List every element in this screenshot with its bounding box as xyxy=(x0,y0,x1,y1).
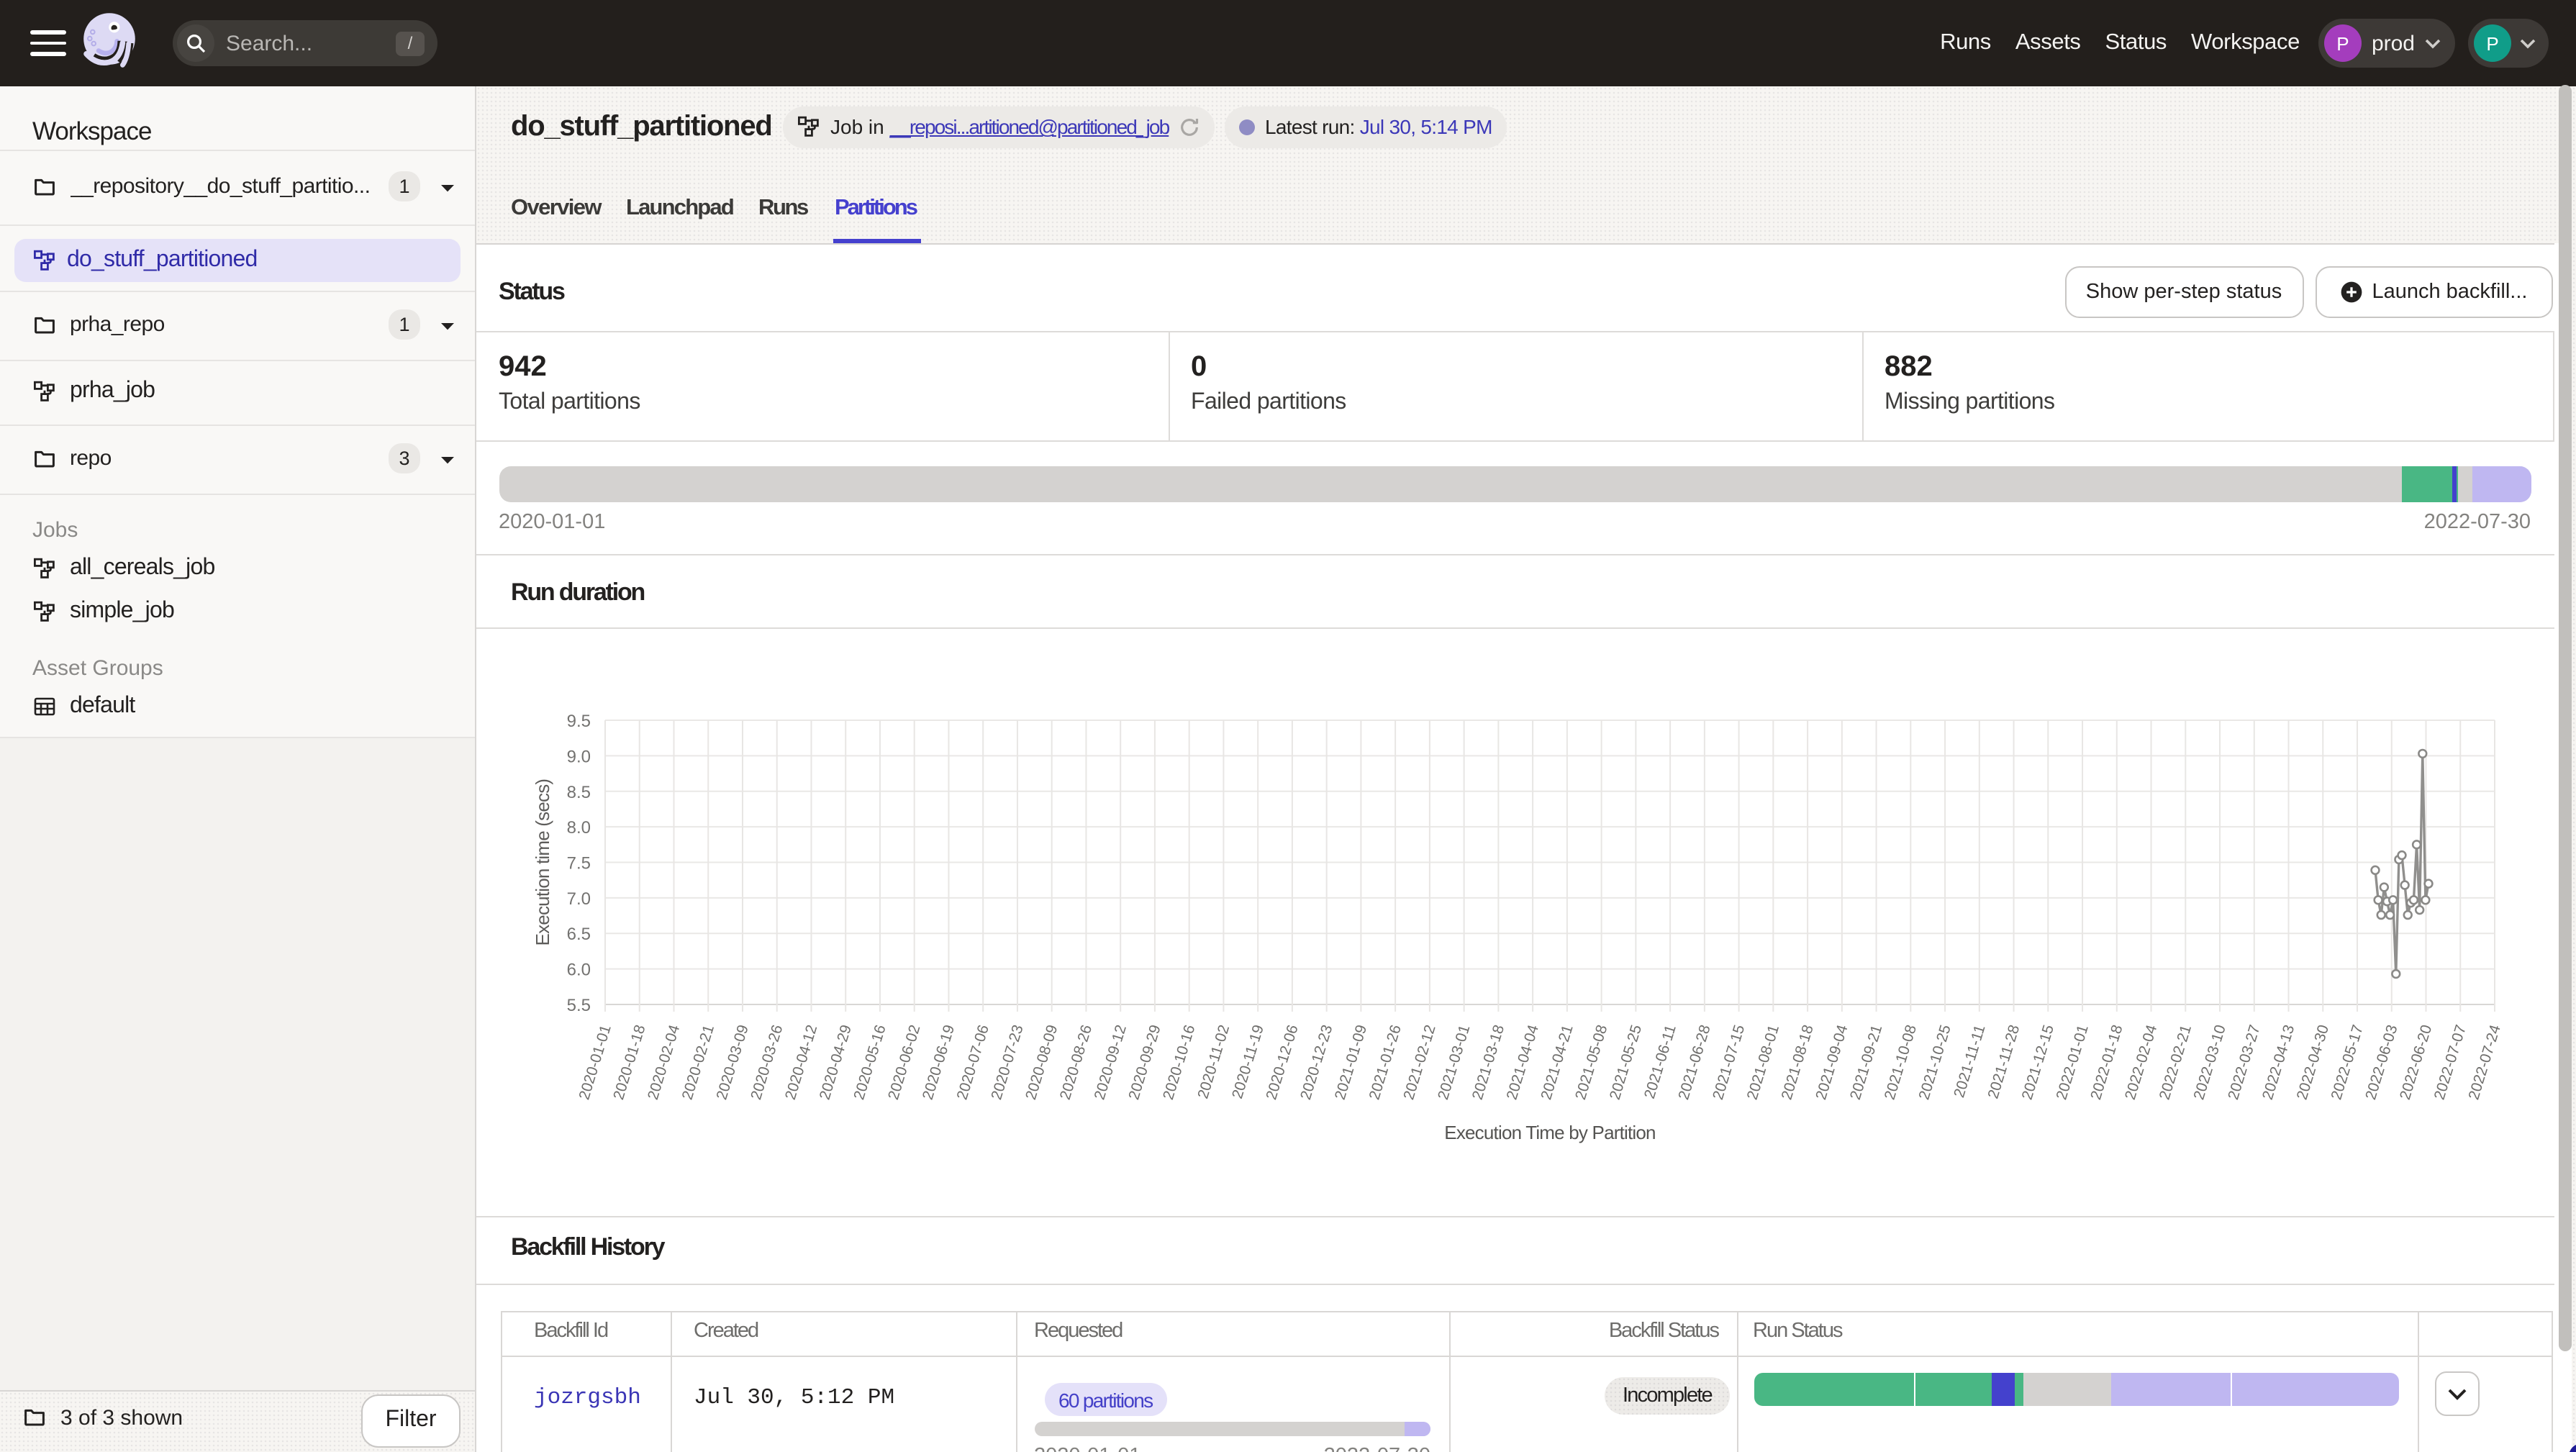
svg-text:2022-07-07: 2022-07-07 xyxy=(2431,1022,2469,1101)
svg-text:2021-09-21: 2021-09-21 xyxy=(1846,1022,1885,1101)
svg-text:2020-06-19: 2020-06-19 xyxy=(919,1022,957,1101)
svg-text:2020-12-23: 2020-12-23 xyxy=(1297,1022,1335,1101)
svg-text:2020-07-23: 2020-07-23 xyxy=(987,1022,1025,1101)
svg-text:2021-06-28: 2021-06-28 xyxy=(1674,1022,1713,1101)
svg-text:2022-06-03: 2022-06-03 xyxy=(2362,1022,2400,1101)
svg-text:2021-07-15: 2021-07-15 xyxy=(1709,1022,1747,1101)
svg-text:8.5: 8.5 xyxy=(566,782,590,802)
svg-text:2021-04-21: 2021-04-21 xyxy=(1537,1022,1575,1101)
svg-text:6.5: 6.5 xyxy=(566,924,590,943)
svg-text:2022-07-24: 2022-07-24 xyxy=(2464,1022,2503,1101)
svg-text:2020-12-06: 2020-12-06 xyxy=(1262,1022,1300,1101)
svg-text:Execution time (secs): Execution time (secs) xyxy=(531,779,553,945)
svg-text:2020-04-12: 2020-04-12 xyxy=(781,1022,820,1101)
svg-text:9.0: 9.0 xyxy=(566,746,590,766)
svg-text:2020-03-09: 2020-03-09 xyxy=(712,1022,750,1101)
svg-text:2020-04-29: 2020-04-29 xyxy=(816,1022,854,1101)
svg-text:6.0: 6.0 xyxy=(566,960,590,979)
svg-text:2021-05-08: 2021-05-08 xyxy=(1572,1022,1610,1101)
svg-text:2022-01-01: 2022-01-01 xyxy=(2052,1022,2090,1101)
svg-text:2021-10-08: 2021-10-08 xyxy=(1881,1022,1919,1101)
svg-text:7.5: 7.5 xyxy=(566,853,590,873)
svg-text:2020-09-12: 2020-09-12 xyxy=(1091,1022,1129,1101)
svg-text:2022-04-13: 2022-04-13 xyxy=(2259,1022,2297,1101)
svg-text:2020-01-01: 2020-01-01 xyxy=(575,1022,613,1101)
svg-text:Execution Time by Partition: Execution Time by Partition xyxy=(1443,1121,1654,1143)
svg-text:2020-02-21: 2020-02-21 xyxy=(679,1022,717,1101)
svg-text:2022-04-30: 2022-04-30 xyxy=(2293,1022,2331,1101)
svg-text:2021-08-01: 2021-08-01 xyxy=(1743,1022,1782,1101)
svg-text:2021-10-25: 2021-10-25 xyxy=(1915,1022,1953,1101)
svg-text:2021-06-11: 2021-06-11 xyxy=(1641,1022,1679,1100)
svg-text:2021-03-01: 2021-03-01 xyxy=(1434,1022,1472,1101)
svg-text:7.0: 7.0 xyxy=(566,889,590,908)
svg-text:9.5: 9.5 xyxy=(566,711,590,730)
svg-text:2022-05-17: 2022-05-17 xyxy=(2327,1022,2365,1101)
svg-text:2021-08-18: 2021-08-18 xyxy=(1777,1022,1815,1101)
svg-text:2021-05-25: 2021-05-25 xyxy=(1606,1022,1644,1101)
svg-text:2020-10-16: 2020-10-16 xyxy=(1159,1022,1197,1101)
svg-text:2021-04-04: 2021-04-04 xyxy=(1502,1022,1541,1101)
svg-text:2021-01-26: 2021-01-26 xyxy=(1366,1022,1404,1101)
svg-text:2021-01-09: 2021-01-09 xyxy=(1331,1022,1369,1101)
svg-text:2020-09-29: 2020-09-29 xyxy=(1125,1022,1163,1101)
svg-text:2021-03-18: 2021-03-18 xyxy=(1469,1022,1507,1101)
svg-text:2022-01-18: 2022-01-18 xyxy=(2087,1022,2125,1101)
svg-text:2020-11-19: 2020-11-19 xyxy=(1228,1022,1266,1100)
svg-text:2020-08-26: 2020-08-26 xyxy=(1056,1022,1094,1101)
svg-text:2020-07-06: 2020-07-06 xyxy=(953,1022,992,1101)
svg-text:2021-12-15: 2021-12-15 xyxy=(2018,1022,2056,1101)
svg-text:2022-02-04: 2022-02-04 xyxy=(2121,1022,2159,1101)
svg-text:2020-02-04: 2020-02-04 xyxy=(644,1022,682,1101)
svg-text:5.5: 5.5 xyxy=(566,995,590,1015)
svg-text:2020-06-02: 2020-06-02 xyxy=(884,1022,922,1101)
svg-text:2022-03-27: 2022-03-27 xyxy=(2224,1022,2262,1101)
svg-text:2021-11-11: 2021-11-11 xyxy=(1950,1022,1987,1099)
svg-text:2020-05-16: 2020-05-16 xyxy=(850,1022,888,1101)
svg-text:2020-01-18: 2020-01-18 xyxy=(609,1022,648,1101)
svg-text:2020-11-02: 2020-11-02 xyxy=(1194,1022,1232,1100)
svg-text:2022-06-20: 2022-06-20 xyxy=(2396,1022,2434,1101)
svg-text:2021-11-28: 2021-11-28 xyxy=(1984,1022,2022,1100)
svg-text:2020-08-09: 2020-08-09 xyxy=(1022,1022,1060,1101)
svg-text:2022-03-10: 2022-03-10 xyxy=(2190,1022,2228,1101)
svg-text:2020-03-26: 2020-03-26 xyxy=(747,1022,785,1101)
svg-text:2022-02-21: 2022-02-21 xyxy=(2156,1022,2194,1101)
svg-text:2021-02-12: 2021-02-12 xyxy=(1400,1022,1438,1101)
svg-text:2021-09-04: 2021-09-04 xyxy=(1812,1022,1850,1101)
svg-text:8.0: 8.0 xyxy=(566,817,590,837)
